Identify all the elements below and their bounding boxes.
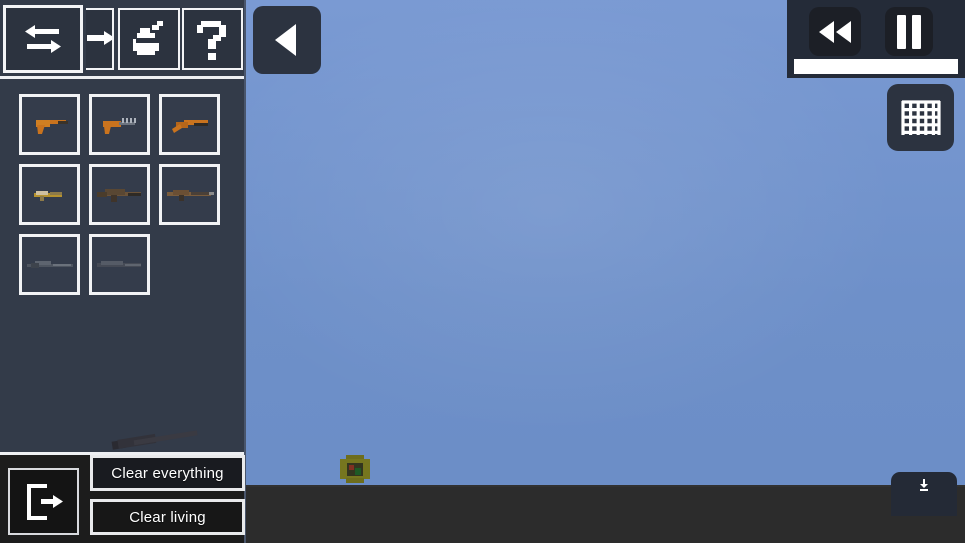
weapon-cell-heavy-rifle[interactable] xyxy=(89,234,150,295)
heavy-rifle-sprite xyxy=(95,256,145,274)
clear-everything-label: Clear everything xyxy=(111,464,224,482)
weapon-cell-sniper-rifle[interactable] xyxy=(19,234,80,295)
toolbar-button-help[interactable] xyxy=(182,8,243,70)
weapon-grid xyxy=(19,94,234,304)
smg-sprite xyxy=(30,185,70,205)
weapon-barrel xyxy=(133,430,198,446)
toolbar-underline xyxy=(0,76,246,79)
ground-plane xyxy=(246,485,965,543)
grid-snap-button[interactable] xyxy=(887,84,954,151)
ground-edge xyxy=(246,485,965,487)
weapon-row xyxy=(19,164,234,225)
pause-bar-left xyxy=(897,14,906,49)
pause-button[interactable] xyxy=(885,7,933,56)
grid-icon xyxy=(900,97,942,139)
weapon-cell-smg[interactable] xyxy=(19,164,80,225)
back-button[interactable] xyxy=(253,6,321,74)
clear-living-button[interactable]: Clear living xyxy=(90,499,245,535)
toolbar-button-swap[interactable] xyxy=(3,5,83,73)
weapon-row xyxy=(19,94,234,155)
swap-arrows-icon xyxy=(21,20,65,58)
clear-everything-button[interactable]: Clear everything xyxy=(90,455,245,491)
playback-controls-bar xyxy=(787,0,965,78)
pause-icon xyxy=(897,14,921,49)
toolbar-button-spray[interactable] xyxy=(118,8,180,70)
crate-marker-green xyxy=(355,468,361,475)
game-world-canvas[interactable] xyxy=(246,0,965,543)
scene-object-crate[interactable] xyxy=(340,455,370,483)
play-left-icon xyxy=(270,22,304,58)
clear-living-label: Clear living xyxy=(129,508,206,526)
weapon-cell-battle-rifle[interactable] xyxy=(159,164,220,225)
sidebar-panel: Clear everything Clear living xyxy=(0,0,246,543)
clear-buttons-panel: Clear everything Clear living xyxy=(90,455,245,543)
crate-marker-red xyxy=(349,465,354,470)
sniper-rifle-sprite xyxy=(25,256,75,274)
game-screen: Clear everything Clear living xyxy=(0,0,965,543)
weapon-cell-sawed-off-shotgun[interactable] xyxy=(159,94,220,155)
toolbar xyxy=(0,0,246,79)
sawed-off-shotgun-sprite xyxy=(168,113,212,137)
pistol-sprite xyxy=(28,112,72,138)
pause-bar-right xyxy=(912,14,921,49)
machine-pistol-sprite xyxy=(97,112,143,138)
crate-bottom xyxy=(346,478,364,483)
battle-rifle-sprite xyxy=(165,184,215,206)
exit-icon xyxy=(21,480,67,524)
weapon-cell-machine-pistol[interactable] xyxy=(89,94,150,155)
question-mark-icon xyxy=(194,17,232,61)
download-icon xyxy=(917,478,931,492)
weapon-row xyxy=(19,234,234,295)
weapon-cell-pistol[interactable] xyxy=(19,94,80,155)
weapon-cell-assault-rifle[interactable] xyxy=(89,164,150,225)
assault-rifle-sprite xyxy=(95,184,145,206)
rewind-button[interactable] xyxy=(809,7,861,56)
toolbar-button-move[interactable] xyxy=(86,8,114,70)
download-button[interactable] xyxy=(891,472,957,516)
rewind-icon xyxy=(816,19,854,45)
timeline-scrubber[interactable] xyxy=(794,59,958,74)
timeline-progress xyxy=(794,59,958,74)
arrow-right-icon xyxy=(87,26,112,52)
spray-can-icon xyxy=(128,18,170,60)
exit-button[interactable] xyxy=(8,468,79,535)
